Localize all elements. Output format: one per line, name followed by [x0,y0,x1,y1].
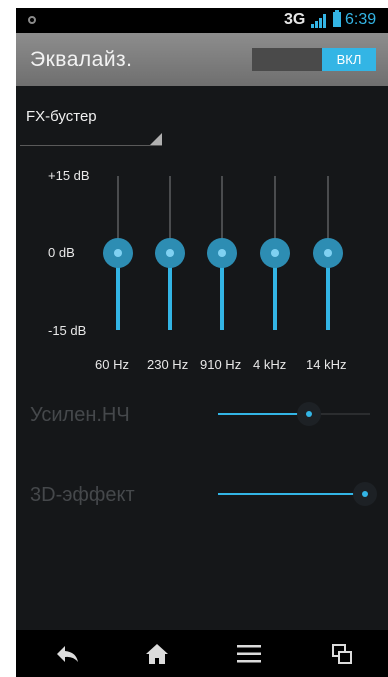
freq-label-60hz: 60 Hz [95,357,129,372]
band-knob[interactable] [313,238,343,268]
band-slider-60hz[interactable] [103,176,133,334]
back-button[interactable] [48,640,88,668]
bass-boost-slider[interactable] [218,402,370,426]
db-min-label: -15 dB [48,323,87,338]
freq-label-910hz: 910 Hz [200,357,242,372]
preset-underline [20,145,162,146]
home-icon [146,644,168,664]
status-time: 6:39 [345,11,377,28]
notification-icon [28,16,36,24]
band-slider-910hz[interactable] [207,176,237,334]
band-slider-4khz[interactable] [260,176,290,334]
signal-icon [311,13,329,28]
screen: 3G 6:39 Эквалайз. ВКЛ FX-бустер +15 dB 0… [16,8,388,677]
back-icon [57,646,78,662]
battery-icon [333,10,341,27]
recent-apps-button[interactable] [322,640,362,668]
slider-knob[interactable] [353,482,378,506]
dropdown-corner-icon [150,133,162,145]
menu-button[interactable] [229,640,269,668]
home-button[interactable] [137,640,177,668]
slider-fill [218,493,366,495]
network-type: 3G [284,11,306,28]
power-switch[interactable]: ВКЛ [252,48,376,71]
band-knob[interactable] [260,238,290,268]
band-knob[interactable] [155,238,185,268]
power-switch-label: ВКЛ [322,48,376,71]
page-title: Эквалайз. [30,48,133,71]
virtualizer-slider[interactable] [218,482,378,506]
menu-icon [237,645,261,663]
slider-fill [218,413,310,415]
band-slider-230hz[interactable] [155,176,185,334]
band-knob[interactable] [103,238,133,268]
db-max-label: +15 dB [48,168,90,183]
virtualizer-label: 3D-эффект [30,484,135,506]
db-mid-label: 0 dB [48,245,75,260]
band-knob[interactable] [207,238,237,268]
status-bar: 3G 6:39 [16,8,388,33]
preset-spinner[interactable]: FX-бустер [20,104,162,148]
action-bar: Эквалайз. ВКЛ [16,33,388,86]
recent-apps-icon [332,644,352,664]
bass-boost-label: Усилен.НЧ [30,404,130,426]
nav-bar [16,630,388,677]
band-slider-14khz[interactable] [313,176,343,334]
freq-label-230hz: 230 Hz [147,357,189,372]
freq-label-14khz: 14 kHz [306,357,347,372]
preset-selected-value: FX-бустер [26,108,97,125]
freq-label-4khz: 4 kHz [253,357,287,372]
slider-knob[interactable] [297,402,322,426]
